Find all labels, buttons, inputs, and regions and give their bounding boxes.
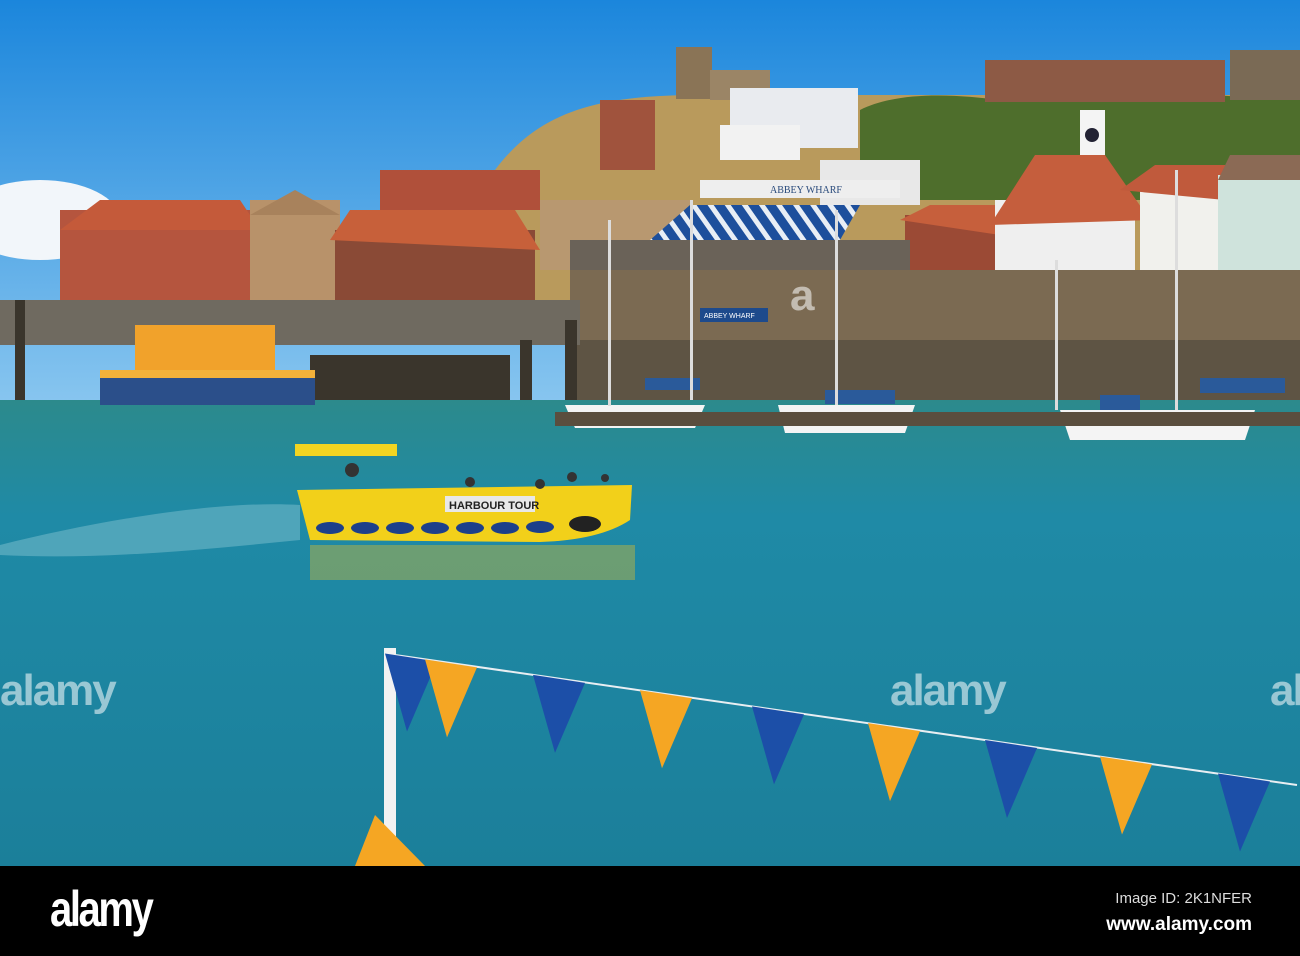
jetty [0,300,580,345]
harbour-photo: ABBEY WHARF ABBEY WHARF HARBOUR TOUR ala… [0,0,1300,866]
image-id: Image ID: 2K1NFER [1115,890,1252,907]
abbey-wharf-roof-sign: ABBEY WHARF [770,185,842,196]
abbey-wharf-wall-sign-text: ABBEY WHARF [704,313,755,320]
alamy-logo: alamy [50,881,154,937]
quay-wall-lower [570,340,1300,400]
harbour-water [0,400,1300,866]
watermark: alamy [0,666,117,715]
abbey [985,60,1225,102]
site-url[interactable]: www.alamy.com [1106,914,1252,936]
footer-bar: alamy Image ID: 2K1NFER www.alamy.com [0,866,1300,956]
stock-photo: ABBEY WHARF ABBEY WHARF HARBOUR TOUR ala… [0,0,1300,956]
watermark: a [790,271,815,320]
watermark: alamy [890,666,1007,715]
church-tower [676,47,712,99]
boat-reflection [310,545,635,580]
watermark: alamy [1270,666,1300,715]
restaurant-terrace [570,240,910,275]
abbey-building [1230,50,1300,100]
harbour-tour-label: HARBOUR TOUR [449,500,539,512]
